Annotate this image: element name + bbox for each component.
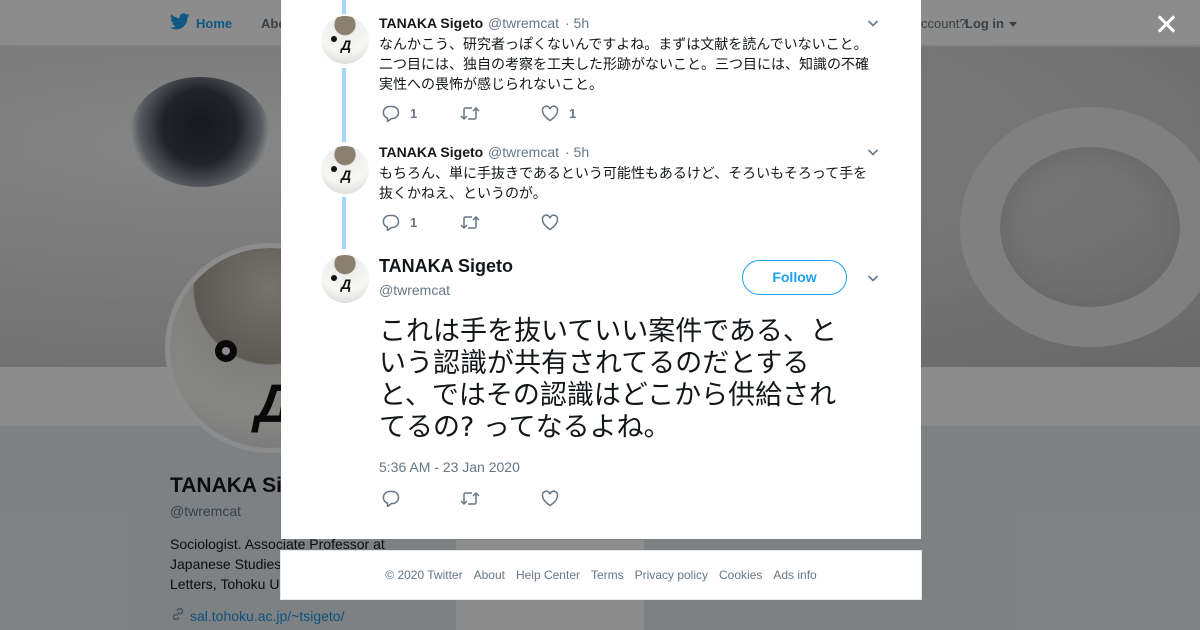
chevron-down-icon[interactable] [867, 272, 879, 284]
avatar-cup-eye [331, 166, 337, 172]
footer-link-terms[interactable]: Terms [591, 568, 624, 582]
chevron-down-icon[interactable] [867, 146, 879, 158]
tweet-time[interactable]: · 5h [565, 144, 589, 160]
like-button[interactable] [541, 490, 559, 507]
tweet-text: もちろん、単に手抜きであるという可能性もあるけど、そろいもそろって手を 抜くかね… [379, 163, 879, 203]
avatar[interactable]: Д [321, 255, 369, 303]
thread-line [342, 0, 346, 14]
footer-link-about[interactable]: About [474, 568, 505, 582]
like-icon [541, 105, 559, 122]
footer-link-ads-info[interactable]: Ads info [773, 568, 816, 582]
footer-copyright: © 2020 Twitter [385, 568, 463, 582]
modal-footer: © 2020 Twitter About Help Center Terms P… [280, 550, 922, 600]
tweet-permalink-modal: Д TANAKA Sigeto @twremcat · 5h なんかこう、研究者… [281, 0, 921, 539]
tweet-author-handle[interactable]: @twremcat [488, 15, 559, 31]
thread-line [342, 68, 346, 142]
main-tweet-timestamp[interactable]: 5:36 AM - 23 Jan 2020 [379, 459, 520, 475]
like-icon [541, 214, 559, 231]
tweet-text-line: 二つ目には、独自の考察を工夫した形跡がないこと。三つ目には、知識の不確 [379, 56, 869, 72]
like-count: 1 [569, 106, 577, 121]
reply-icon [382, 105, 400, 122]
close-icon[interactable] [1152, 10, 1182, 40]
reply-icon [382, 490, 400, 507]
avatar-cup-mouth: Д [341, 37, 352, 53]
tweet-text-line: もちろん、単に手抜きであるという可能性もあるけど、そろいもそろって手を [379, 165, 868, 181]
reply-count: 1 [410, 215, 418, 230]
like-button[interactable]: 1 [541, 105, 576, 122]
tweet-time[interactable]: · 5h [565, 15, 589, 31]
tweet-text-line: 抜くかねえ、というのが。 [379, 185, 547, 201]
avatar-cup-eye [331, 275, 337, 281]
main-tweet-author-name[interactable]: TANAKA Sigeto [379, 256, 513, 277]
retweet-icon [460, 105, 480, 122]
main-tweet-author-handle[interactable]: @twremcat [379, 282, 450, 298]
main-tweet-text-line: これは手を抜いていい案件である、と [379, 316, 837, 347]
reply-count: 1 [410, 106, 418, 121]
avatar[interactable]: Д [321, 146, 369, 194]
like-button[interactable] [541, 214, 569, 231]
avatar-cup-mouth: Д [341, 276, 352, 292]
tweet-author-name[interactable]: TANAKA Sigeto [379, 144, 483, 160]
tweet-text-line: なんかこう、研究者っぽくないんですよね。まずは文献を読んでいないこと。 [379, 36, 868, 52]
retweet-icon [460, 214, 480, 231]
avatar-cup-mouth: Д [341, 167, 352, 183]
retweet-button[interactable] [460, 214, 490, 231]
reply-button[interactable]: 1 [382, 105, 417, 122]
avatar[interactable]: Д [321, 16, 369, 64]
retweet-icon [460, 490, 480, 507]
retweet-button[interactable] [460, 490, 480, 507]
footer-links: © 2020 Twitter About Help Center Terms P… [281, 568, 921, 582]
main-tweet-text-line: いう認識が共有されてるのだとする [379, 348, 810, 379]
follow-button[interactable]: Follow [742, 260, 847, 295]
thread-line [342, 197, 346, 249]
reply-button[interactable]: 1 [382, 214, 417, 231]
chevron-down-icon[interactable] [867, 17, 879, 29]
main-tweet-text: これは手を抜いていい案件である、と いう認識が共有されてるのだとする と、ではそ… [379, 316, 869, 444]
tweet-author-name[interactable]: TANAKA Sigeto [379, 15, 483, 31]
tweet-text-line: 実性への畏怖が感じられないこと。 [379, 76, 603, 92]
reply-icon [382, 214, 400, 231]
main-tweet-text-line: と、ではその認識はどこから供給され [379, 380, 837, 411]
reply-button[interactable] [382, 490, 400, 507]
tweet-text: なんかこう、研究者っぽくないんですよね。まずは文献を読んでいないこと。 二つ目に… [379, 34, 879, 94]
footer-link-privacy[interactable]: Privacy policy [635, 568, 708, 582]
main-tweet-text-line: てるの? ってなるよね。 [379, 412, 671, 443]
footer-link-cookies[interactable]: Cookies [719, 568, 762, 582]
like-icon [541, 490, 559, 507]
footer-link-help-center[interactable]: Help Center [516, 568, 580, 582]
retweet-button[interactable] [460, 105, 490, 122]
tweet-author-handle[interactable]: @twremcat [488, 144, 559, 160]
avatar-cup-eye [331, 36, 337, 42]
